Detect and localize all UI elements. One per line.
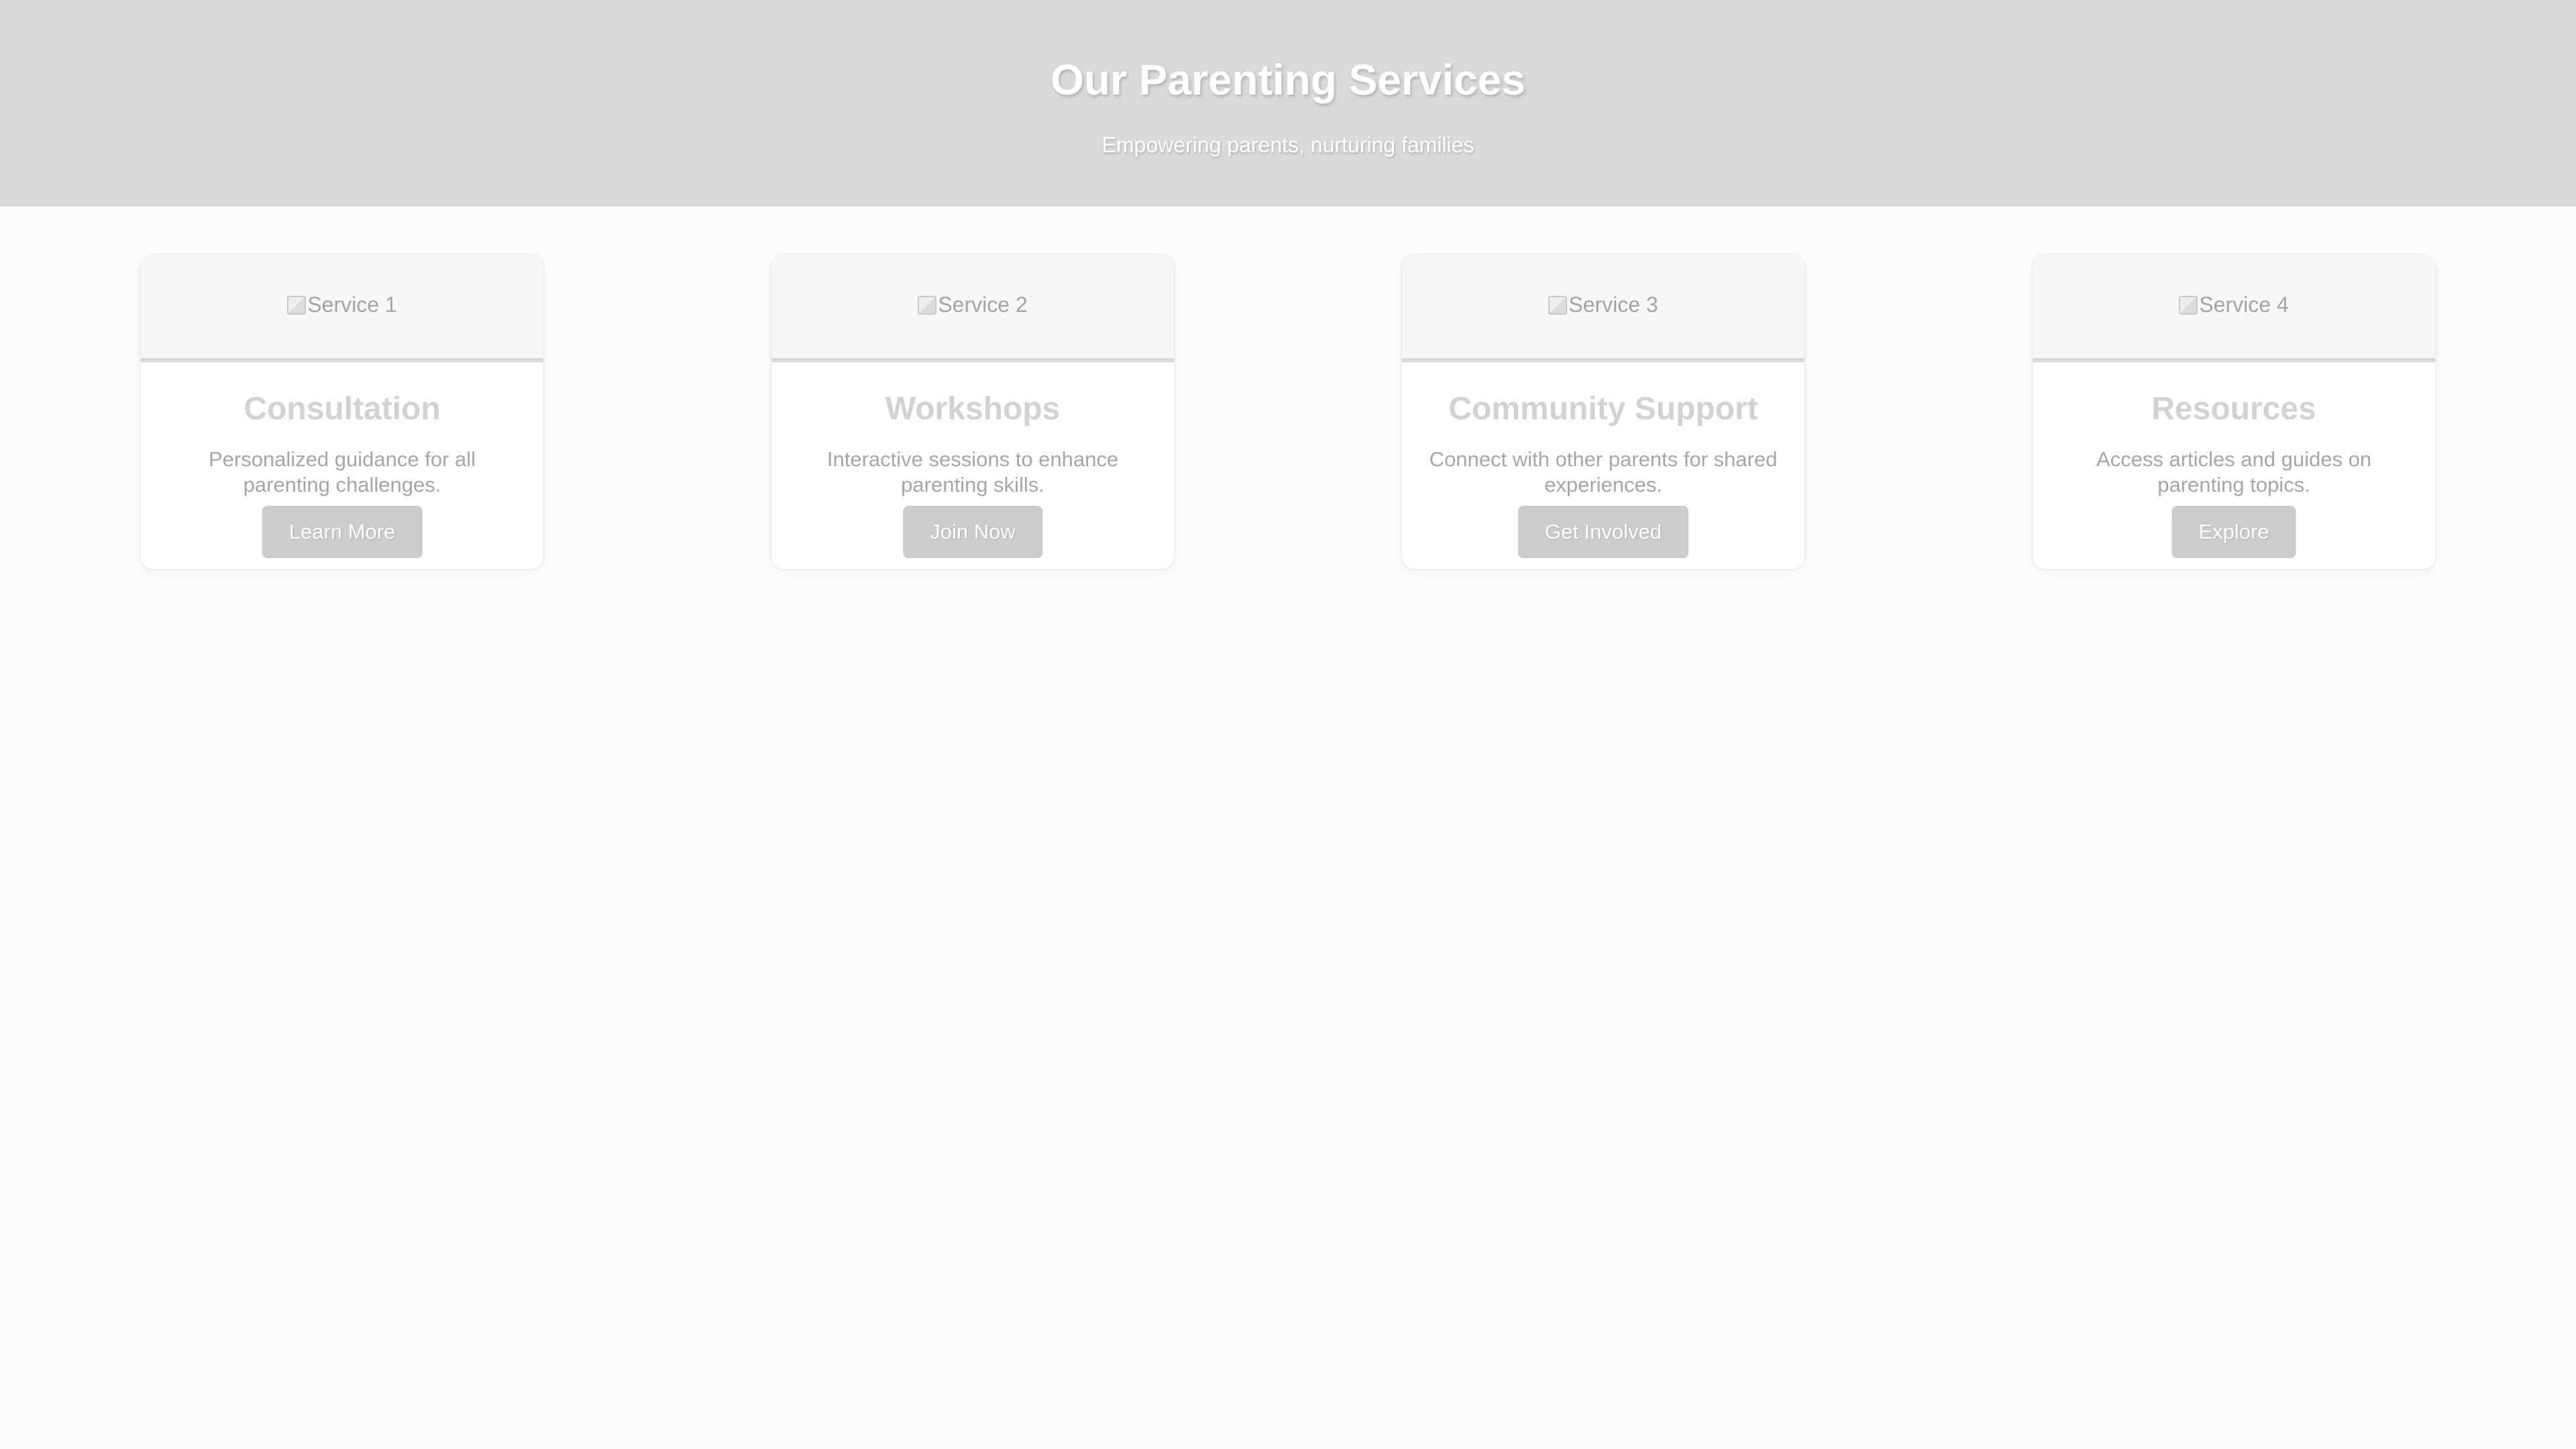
explore-button[interactable]: Explore <box>2171 506 2296 558</box>
service-image: Service 2 <box>771 255 1174 362</box>
broken-image-icon <box>2179 296 2198 315</box>
service-image-alt: Service 2 <box>938 292 1028 317</box>
broken-image-icon <box>287 296 307 315</box>
page-header: Our Parenting Services Empowering parent… <box>0 0 2576 207</box>
service-card-consultation: Service 1 Consultation Personalized guid… <box>141 255 543 569</box>
service-image: Service 1 <box>141 255 543 362</box>
service-description: Personalized guidance for all parenting … <box>208 447 476 496</box>
service-title: Consultation <box>244 391 441 427</box>
service-image-alt: Service 1 <box>307 292 397 317</box>
service-card-community-support: Service 3 Community Support Connect with… <box>1402 255 1805 569</box>
broken-image-icon <box>918 296 937 315</box>
service-image: Service 3 <box>1402 255 1805 362</box>
join-now-button[interactable]: Join Now <box>903 506 1042 558</box>
service-image-alt: Service 4 <box>2199 292 2289 317</box>
service-image-placeholder: Service 2 <box>771 291 1174 318</box>
service-image-placeholder: Service 3 <box>1402 291 1805 318</box>
page-subtitle: Empowering parents, nurturing families <box>1102 133 1474 157</box>
broken-image-icon <box>1548 296 1568 315</box>
get-involved-button[interactable]: Get Involved <box>1517 506 1689 558</box>
service-description: Access articles and guides on parenting … <box>2096 447 2372 496</box>
service-description: Connect with other parents for shared ex… <box>1429 447 1778 496</box>
service-image-placeholder: Service 1 <box>141 291 543 318</box>
service-card-resources: Service 4 Resources Access articles and … <box>2033 255 2435 569</box>
learn-more-button[interactable]: Learn More <box>262 506 423 558</box>
service-description: Interactive sessions to enhance parentin… <box>826 447 1119 496</box>
service-card-workshops: Service 2 Workshops Interactive sessions… <box>771 255 1174 569</box>
service-image-alt: Service 3 <box>1568 292 1658 317</box>
service-image: Service 4 <box>2033 255 2435 362</box>
page-title: Our Parenting Services <box>1051 56 1525 104</box>
service-title: Workshops <box>885 391 1061 427</box>
service-title: Community Support <box>1448 391 1758 427</box>
service-title: Resources <box>2151 391 2316 427</box>
service-image-placeholder: Service 4 <box>2033 291 2435 318</box>
